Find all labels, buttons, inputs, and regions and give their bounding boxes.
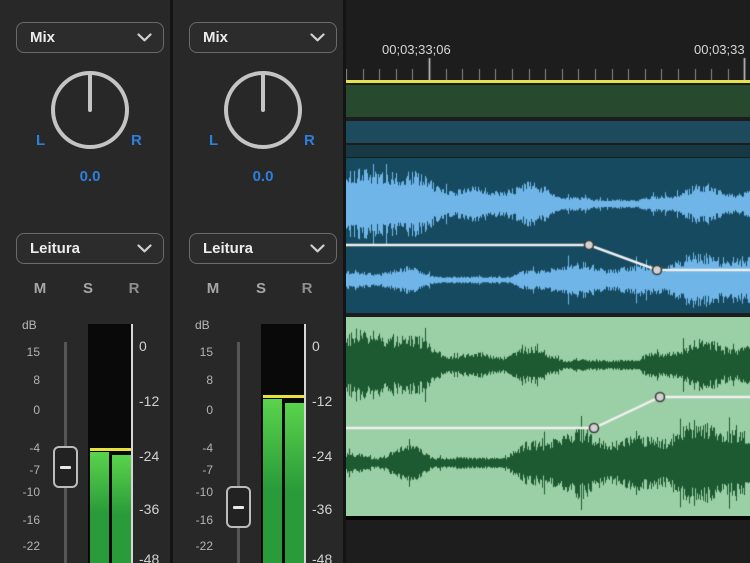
clip-bar[interactable] (346, 516, 750, 520)
fader-scale-label: -16 (23, 513, 40, 527)
meter-fill (263, 399, 282, 563)
meter-bar-left (263, 324, 282, 563)
meter-scale-label: -12 (312, 393, 332, 409)
fader-scale-label: -10 (23, 485, 40, 499)
level-meter (261, 324, 306, 563)
audio-clip-waveform[interactable] (346, 158, 750, 313)
meter-scale: 0 -12 -24 -36 -48 (139, 0, 170, 563)
clip-bar[interactable] (346, 145, 750, 157)
audio-clip-waveform[interactable] (346, 317, 750, 516)
meter-bar-left (90, 324, 109, 563)
peak-indicator (90, 448, 131, 451)
meter-scale-label: -48 (139, 551, 159, 563)
pan-knob[interactable] (215, 62, 311, 158)
mixer-channel-strip-1: Mix L R 0.0 Leitura M S R dB 1580-4-7-10… (0, 0, 170, 563)
meter-fill (285, 403, 304, 563)
meter-scale-label: 0 (312, 338, 320, 354)
timecode-label: 00;03;33;06 (382, 42, 451, 57)
fader-handle[interactable] (226, 486, 251, 528)
fader-scale: 15 8 0 -4 -7 -10 -16 -22 (0, 0, 44, 563)
meter-scale-label: -36 (139, 501, 159, 517)
fader-scale-label: 8 (206, 373, 213, 387)
fader-scale-label: -10 (196, 485, 213, 499)
fader-grip-line (233, 506, 244, 509)
meter-bar-right (112, 324, 131, 563)
fader-scale-label: -22 (196, 539, 213, 553)
fader-scale: 15 8 0 -4 -7 -10 -16 -22 (173, 0, 217, 563)
clip-bar[interactable] (346, 121, 750, 143)
fader-scale-label: -16 (196, 513, 213, 527)
meter-fill (90, 452, 109, 563)
timeline-ruler[interactable] (346, 56, 750, 80)
fader-scale-label: 0 (33, 403, 40, 417)
meter-scale-label: 0 (139, 338, 147, 354)
mixer-channel-strip-2: Mix L R 0.0 Leitura M S R dB 1580-4-7-10… (173, 0, 343, 563)
fader-scale-label: 0 (206, 403, 213, 417)
meter-scale-label: -12 (139, 393, 159, 409)
timeline-panel: 00;03;33;06 00;03;33 (346, 0, 750, 563)
fader-scale-label: -4 (29, 441, 40, 455)
fader-handle[interactable] (53, 446, 78, 488)
solo-button[interactable]: S (76, 280, 100, 297)
fader-scale-label: 8 (33, 373, 40, 387)
fader-scale-label: 15 (27, 345, 40, 359)
solo-button[interactable]: S (249, 280, 273, 297)
meter-scale-label: -24 (139, 448, 159, 464)
meter-fill (112, 455, 131, 563)
fader-scale-label: -22 (23, 539, 40, 553)
meter-scale-label: -24 (312, 448, 332, 464)
pan-knob[interactable] (42, 62, 138, 158)
meter-scale: 0 -12 -24 -36 -48 (312, 0, 343, 563)
premiere-audio-mixer-view: Mix L R 0.0 Leitura M S R dB 1580-4-7-10… (0, 0, 750, 563)
fader-grip-line (60, 466, 71, 469)
fader-track[interactable] (237, 342, 240, 563)
work-area-bar (346, 80, 750, 83)
fader-scale-label: -4 (202, 441, 213, 455)
clip-bar[interactable] (346, 85, 750, 117)
timecode-label: 00;03;33 (694, 42, 745, 57)
meter-scale-label: -48 (312, 551, 332, 563)
peak-indicator (263, 395, 304, 398)
fader-scale-label: -7 (202, 463, 213, 477)
fader-scale-label: 15 (200, 345, 213, 359)
level-meter (88, 324, 133, 563)
meter-scale-label: -36 (312, 501, 332, 517)
meter-bar-right (285, 324, 304, 563)
fader-scale-label: -7 (29, 463, 40, 477)
